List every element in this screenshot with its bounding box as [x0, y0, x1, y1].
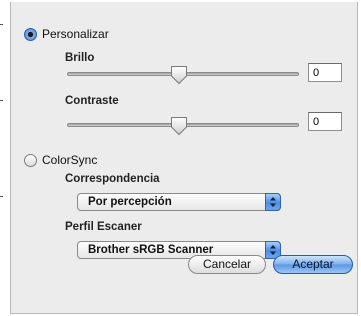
brillo-value-field[interactable]	[308, 63, 342, 82]
edge-tick	[0, 24, 3, 25]
personalizar-label: Personalizar	[42, 27, 109, 41]
correspondencia-label: Correspondencia	[65, 173, 160, 185]
cancel-button[interactable]: Cancelar	[188, 255, 266, 274]
perfil-escaner-label: Perfil Escaner	[65, 221, 142, 233]
colorsync-label: ColorSync	[42, 153, 98, 167]
brillo-label: Brillo	[65, 52, 95, 64]
correspondencia-popup[interactable]: Por percepción	[77, 193, 281, 211]
correspondencia-selected: Por percepción	[88, 196, 172, 208]
personalizar-radio[interactable]	[24, 28, 37, 41]
scanner-settings-panel: Personalizar Brillo Contraste ColorSync …	[10, 2, 358, 314]
brillo-slider-thumb[interactable]	[170, 65, 188, 85]
edge-tick	[0, 100, 3, 101]
contraste-value-field[interactable]	[308, 112, 342, 131]
popup-arrows-icon	[265, 193, 281, 211]
contraste-label: Contraste	[65, 95, 119, 107]
accept-button[interactable]: Aceptar	[273, 255, 353, 274]
edge-tick	[0, 196, 3, 197]
colorsync-radio[interactable]	[24, 154, 37, 167]
contraste-slider-thumb[interactable]	[170, 116, 188, 136]
perfil-escaner-selected: Brother sRGB Scanner	[88, 244, 214, 256]
